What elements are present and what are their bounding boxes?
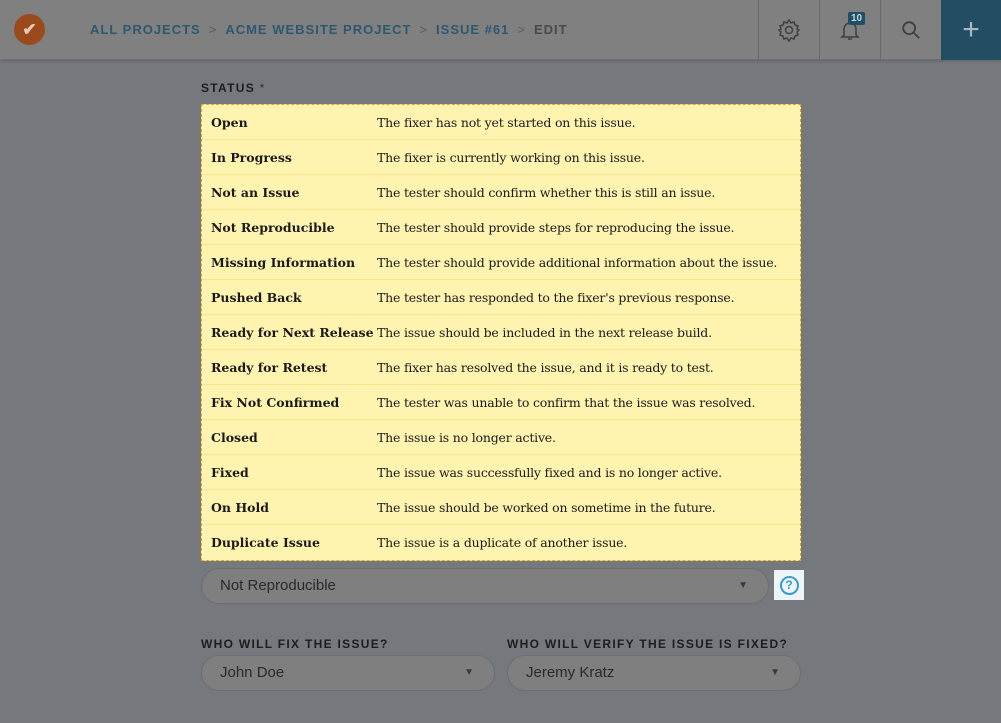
status-label-text: STATUS [201,81,256,95]
status-option-name: Missing Information [211,254,356,270]
status-help-button[interactable]: ? [774,570,804,600]
help-circle-icon: ? [779,575,799,595]
status-option-name: On Hold [211,499,269,515]
status-option-name: Fixed [211,464,249,480]
status-option-name: Closed [211,429,258,445]
verifier-label: WHO WILL VERIFY THE ISSUE IS FIXED? [507,637,789,651]
settings-button[interactable] [758,0,819,60]
status-option-row: Pushed Back The tester has responded to t… [202,280,800,315]
status-label: STATUS * [201,81,266,95]
status-option-row: Not Reproducible The tester should provid… [202,210,800,245]
breadcrumb-project[interactable]: ACME WEBSITE PROJECT [225,22,411,37]
status-option-name: Ready for Retest [211,359,328,375]
status-option-description: The issue was successfully fixed and is … [377,464,722,480]
chevron-down-icon: ▼ [738,580,748,591]
status-option-row: On Hold The issue should be worked on som… [202,490,800,525]
status-option-row: Fix Not Confirmed The tester was unable t… [202,385,800,420]
gear-icon [777,18,801,42]
status-option-description: The tester has responded to the fixer's … [377,289,735,305]
required-marker: * [259,81,266,95]
search-button[interactable] [880,0,941,60]
status-help-table: Open The fixer has not yet started on thi… [201,104,801,561]
status-select-value: Not Reproducible [220,577,336,594]
breadcrumb-separator: > [517,22,526,37]
status-option-row: Not an Issue The tester should confirm wh… [202,175,800,210]
status-option-description: The fixer has resolved the issue, and it… [377,359,714,375]
status-option-name: In Progress [211,149,292,165]
status-option-row: Missing Information The tester should pro… [202,245,800,280]
status-option-description: The tester was unable to confirm that th… [377,394,756,410]
status-option-name: Open [211,114,248,130]
status-option-row: Closed The issue is no longer active. [202,420,800,455]
status-option-name: Not an Issue [211,184,300,200]
add-button[interactable]: + [941,0,1001,60]
status-option-name: Pushed Back [211,289,302,305]
status-option-description: The issue is no longer active. [377,429,556,445]
notifications-button[interactable]: 10 [819,0,880,60]
fixer-label: WHO WILL FIX THE ISSUE? [201,637,389,651]
search-icon [902,21,920,39]
status-option-row: Ready for Next Release The issue should b… [202,315,800,350]
status-option-description: The fixer is currently working on this i… [377,149,645,165]
verifier-select[interactable]: Jeremy Kratz ▼ [507,655,801,691]
status-option-row: In Progress The fixer is currently workin… [202,140,800,175]
top-header: ✔ ALL PROJECTS > ACME WEBSITE PROJECT > … [0,0,1001,60]
status-option-name: Ready for Next Release [211,324,374,340]
status-option-row: Ready for Retest The fixer has resolved t… [202,350,800,385]
chevron-down-icon: ▼ [770,667,780,678]
breadcrumb-all-projects[interactable]: ALL PROJECTS [90,22,201,37]
verifier-select-value: Jeremy Kratz [526,664,615,681]
status-option-name: Not Reproducible [211,219,335,235]
notification-count-badge: 10 [848,12,866,25]
status-option-description: The tester should provide additional inf… [377,254,778,270]
breadcrumb-separator: > [419,22,429,37]
chevron-down-icon: ▼ [464,667,474,678]
breadcrumb-separator: > [208,22,218,37]
status-option-description: The tester should provide steps for repr… [377,219,735,235]
status-option-description: The issue should be worked on sometime i… [377,499,716,515]
breadcrumb-issue[interactable]: ISSUE #61 [436,22,509,37]
status-option-description: The tester should confirm whether this i… [377,184,716,200]
status-select[interactable]: Not Reproducible ▼ [201,568,769,604]
breadcrumb: ALL PROJECTS > ACME WEBSITE PROJECT > IS… [90,22,568,37]
status-option-description: The issue is a duplicate of another issu… [377,535,628,550]
status-option-name: Fix Not Confirmed [211,394,340,410]
status-option-row: Fixed The issue was successfully fixed an… [202,455,800,490]
status-option-name: Duplicate Issue [211,535,320,550]
fixer-select[interactable]: John Doe ▼ [201,655,495,691]
status-option-description: The issue should be included in the next… [377,324,712,340]
fixer-select-value: John Doe [220,664,285,681]
app-logo-icon[interactable]: ✔ [14,14,45,45]
status-option-description: The fixer has not yet started on this is… [377,114,636,130]
status-option-row: Duplicate Issue The issue is a duplicate … [202,525,800,560]
breadcrumb-current: EDIT [533,22,568,37]
status-option-row: Open The fixer has not yet started on thi… [202,105,800,140]
